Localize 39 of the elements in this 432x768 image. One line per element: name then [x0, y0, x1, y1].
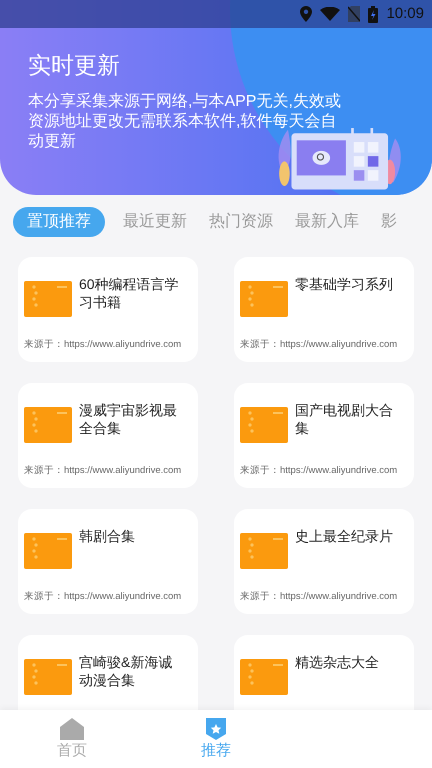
battery-icon — [368, 6, 378, 22]
folder-icon — [24, 533, 72, 569]
resource-card[interactable]: 精选杂志大全 — [234, 635, 414, 710]
source-text: 来源于：https://www.aliyundrive.com — [24, 464, 182, 478]
folder-icon — [240, 659, 288, 695]
banner-description: 本分享采集来源于网络,与本APP无关,失效或资源地址更改无需联系本软件,软件每天会自动更新 — [28, 92, 342, 152]
resource-title: 精选杂志大全 — [295, 653, 380, 672]
resource-title: 漫威宇宙影视最全合集 — [79, 401, 178, 438]
source-text: 来源于：https://www.aliyundrive.com — [240, 338, 398, 352]
resource-card[interactable]: 宫崎骏&新海诚动漫合集 — [18, 635, 198, 710]
home-icon — [60, 718, 84, 740]
resource-title: 国产电视剧大合集 — [295, 401, 394, 438]
resource-title: 60种编程语言学习书籍 — [79, 275, 180, 312]
source-text: 来源于：https://www.aliyundrive.com — [24, 590, 182, 604]
folder-icon — [24, 659, 72, 695]
resource-card[interactable]: 韩剧合集 来源于：https://www.aliyundrive.com — [18, 509, 198, 614]
resource-title: 韩剧合集 — [79, 527, 136, 546]
resource-title: 零基础学习系列 — [295, 275, 394, 294]
resource-title: 史上最全纪录片 — [295, 527, 394, 546]
resource-card[interactable]: 60种编程语言学习书籍 来源于：https://www.aliyundrive.com — [18, 257, 198, 362]
banner-title: 实时更新 — [28, 51, 121, 80]
source-text: 来源于：https://www.aliyundrive.com — [240, 464, 398, 478]
star-badge-icon — [206, 718, 226, 740]
folder-icon — [240, 533, 288, 569]
location-icon — [300, 6, 312, 22]
folder-icon — [240, 407, 288, 443]
resource-title: 宫崎骏&新海诚动漫合集 — [79, 653, 174, 690]
resource-card[interactable]: 史上最全纪录片 来源于：https://www.aliyundrive.com — [234, 509, 414, 614]
folder-icon — [24, 407, 72, 443]
source-text: 来源于：https://www.aliyundrive.com — [240, 590, 398, 604]
resource-card[interactable]: 漫威宇宙影视最全合集 来源于：https://www.aliyundrive.com — [18, 383, 198, 488]
no-sim-icon — [348, 6, 360, 22]
wifi-icon — [320, 7, 340, 21]
folder-icon — [240, 281, 288, 317]
folder-icon — [24, 281, 72, 317]
source-text: 来源于：https://www.aliyundrive.com — [24, 338, 182, 352]
clock-time: 10:09 — [386, 4, 424, 24]
resource-card[interactable]: 国产电视剧大合集 来源于：https://www.aliyundrive.com — [234, 383, 414, 488]
resource-card[interactable]: 零基础学习系列 来源于：https://www.aliyundrive.com — [234, 257, 414, 362]
